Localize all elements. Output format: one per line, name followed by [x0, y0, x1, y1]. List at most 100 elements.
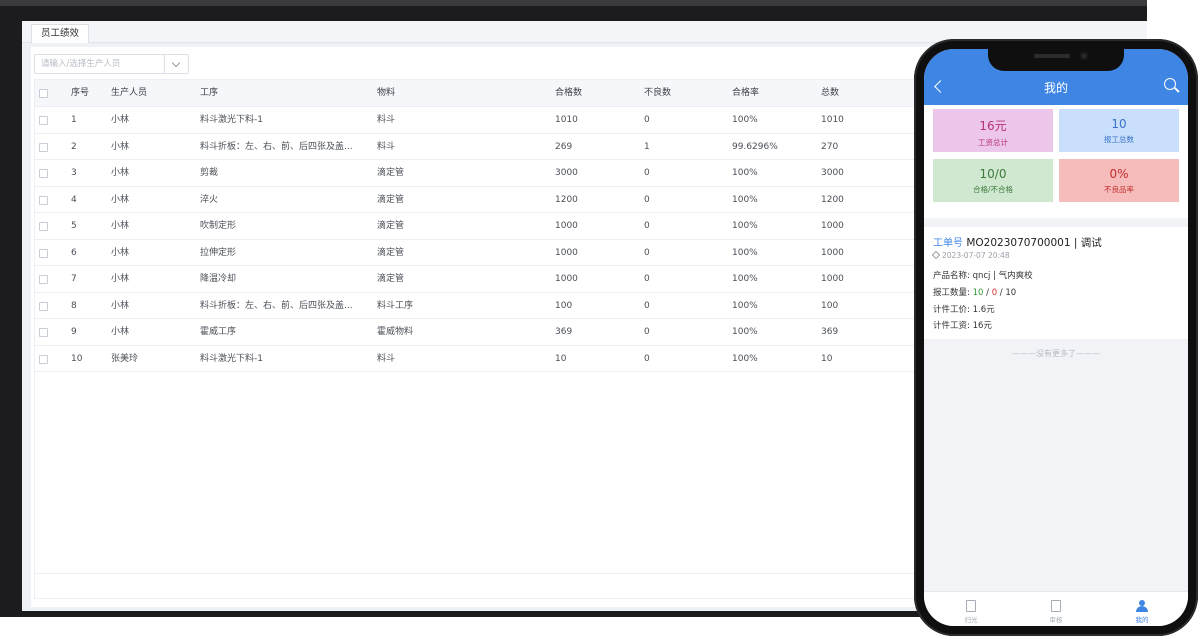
- row-defective: 0: [644, 168, 650, 178]
- row-total: 1000: [821, 274, 844, 284]
- row-defective: 1: [644, 141, 650, 152]
- work-order-value: MO2023070700001 | 调试: [966, 237, 1102, 249]
- stat-report-total: 10 报工总数: [1059, 109, 1179, 152]
- speaker: [1034, 54, 1070, 58]
- bottom-tab-bar: 扫光 审核 我的: [924, 591, 1188, 626]
- select-all-checkbox[interactable]: [35, 80, 71, 106]
- row-checkbox[interactable]: [35, 213, 71, 239]
- row-checkbox[interactable]: [35, 107, 71, 133]
- row-checkbox[interactable]: [35, 346, 71, 372]
- row-defective: 0: [644, 221, 650, 231]
- row-checkbox[interactable]: [35, 160, 71, 186]
- clipboard-check-icon: [1051, 600, 1061, 612]
- row-checkbox[interactable]: [35, 240, 71, 266]
- camera: [1080, 52, 1088, 60]
- price-row: 计件工价: 1.6元: [933, 303, 995, 315]
- tab-employee-performance[interactable]: 员工绩效: [31, 24, 90, 43]
- work-order-title: 工单号 MO2023070700001 | 调试: [933, 234, 1102, 250]
- product-value: qncj | 气内爽校: [972, 271, 1033, 281]
- search-icon[interactable]: [1164, 78, 1176, 90]
- row-index: 7: [71, 274, 77, 284]
- report-row: 报工数量: 10 / 0 / 10: [933, 286, 1016, 298]
- row-qualified: 1000: [555, 221, 578, 231]
- row-qualified: 3000: [555, 168, 578, 178]
- row-pass-rate: 100%: [732, 327, 758, 337]
- row-index: 3: [71, 168, 77, 178]
- row-defective: 0: [644, 300, 650, 311]
- filter-bar: 请输入/选择生产人员: [34, 54, 189, 74]
- row-person: 小林: [111, 327, 130, 337]
- row-material: 霍威物料: [377, 327, 414, 337]
- tab-review[interactable]: 审核: [1036, 600, 1076, 624]
- row-qualified: 100: [555, 300, 573, 311]
- row-index: 8: [71, 300, 77, 311]
- column-header: 不良数: [644, 88, 672, 98]
- row-defective: 0: [644, 194, 650, 205]
- row-process: 料斗折板：左、右、前、后四张及盖...: [200, 141, 353, 152]
- column-header: 工序: [200, 88, 219, 98]
- row-person: 小林: [111, 274, 130, 284]
- row-index: 4: [71, 194, 77, 205]
- stat-label: 不良品率: [1104, 185, 1134, 194]
- stat-value: 0%: [1109, 167, 1129, 181]
- report-total: 10: [1005, 288, 1017, 298]
- row-qualified: 269: [555, 141, 573, 152]
- row-person: 张美玲: [111, 353, 139, 364]
- row-checkbox[interactable]: [35, 187, 71, 213]
- row-process: 吹制定形: [200, 221, 237, 231]
- stat-label: 合格/不合格: [972, 185, 1014, 194]
- report-ok: 10: [972, 288, 984, 298]
- row-pass-rate: 100%: [732, 353, 758, 364]
- row-index: 1: [71, 115, 77, 125]
- row-qualified: 10: [555, 353, 567, 364]
- row-checkbox[interactable]: [35, 293, 71, 319]
- row-total: 10: [821, 353, 833, 364]
- row-qualified: 1200: [555, 194, 578, 205]
- stat-value: 10: [1111, 117, 1127, 131]
- row-person: 小林: [111, 168, 130, 178]
- report-label: 报工数量:: [933, 288, 970, 298]
- row-process: 料斗激光下料-1: [200, 115, 263, 125]
- wage-row: 计件工资: 16元: [933, 319, 992, 331]
- stat-pass-fail: 10/0 合格/不合格: [933, 159, 1053, 202]
- tab-report[interactable]: 扫光: [951, 600, 991, 624]
- row-total: 1000: [821, 247, 844, 258]
- row-material: 料斗: [377, 141, 396, 152]
- tab-label: 审核: [1049, 616, 1063, 624]
- person-select-input[interactable]: 请输入/选择生产人员: [34, 54, 165, 74]
- row-material: 滴定管: [377, 247, 405, 258]
- page-title: 我的: [1043, 81, 1068, 95]
- row-checkbox[interactable]: [35, 134, 71, 160]
- row-person: 小林: [111, 141, 130, 152]
- expand-button[interactable]: [165, 54, 189, 74]
- product-row: 产品名称: qncj | 气内爽校: [933, 269, 1033, 281]
- stat-label: 工资总计: [978, 138, 1008, 147]
- row-total: 1000: [821, 221, 844, 231]
- row-defective: 0: [644, 353, 650, 364]
- row-total: 100: [821, 300, 839, 311]
- row-checkbox[interactable]: [35, 266, 71, 292]
- row-checkbox[interactable]: [35, 319, 71, 345]
- price-value: 1.6元: [972, 305, 995, 315]
- row-material: 滴定管: [377, 274, 405, 284]
- monitor-bezel-top: [0, 0, 1147, 6]
- work-order-card[interactable]: 工单号 MO2023070700001 | 调试 2023-07-07 20:4…: [924, 227, 1188, 339]
- row-total: 1010: [821, 115, 844, 125]
- row-qualified: 369: [555, 327, 573, 337]
- tab-mine[interactable]: 我的: [1122, 600, 1162, 624]
- row-defective: 0: [644, 327, 650, 337]
- row-index: 10: [71, 353, 83, 364]
- tab-label: 我的: [1135, 616, 1149, 624]
- stats-panel: 16元 工资总计 10 报工总数 10/0 合格/不合格 0% 不良品率: [924, 105, 1188, 218]
- row-person: 小林: [111, 221, 130, 231]
- row-pass-rate: 100%: [732, 168, 758, 178]
- row-index: 2: [71, 141, 77, 152]
- row-material: 料斗: [377, 353, 396, 364]
- column-header: 物料: [377, 88, 396, 98]
- row-total: 3000: [821, 168, 844, 178]
- row-process: 降温冷却: [200, 274, 237, 284]
- row-pass-rate: 99.6296%: [732, 141, 778, 152]
- row-process: 拉伸定形: [200, 247, 237, 258]
- wage-label: 计件工资:: [933, 321, 970, 331]
- stat-total-wage: 16元 工资总计: [933, 109, 1053, 152]
